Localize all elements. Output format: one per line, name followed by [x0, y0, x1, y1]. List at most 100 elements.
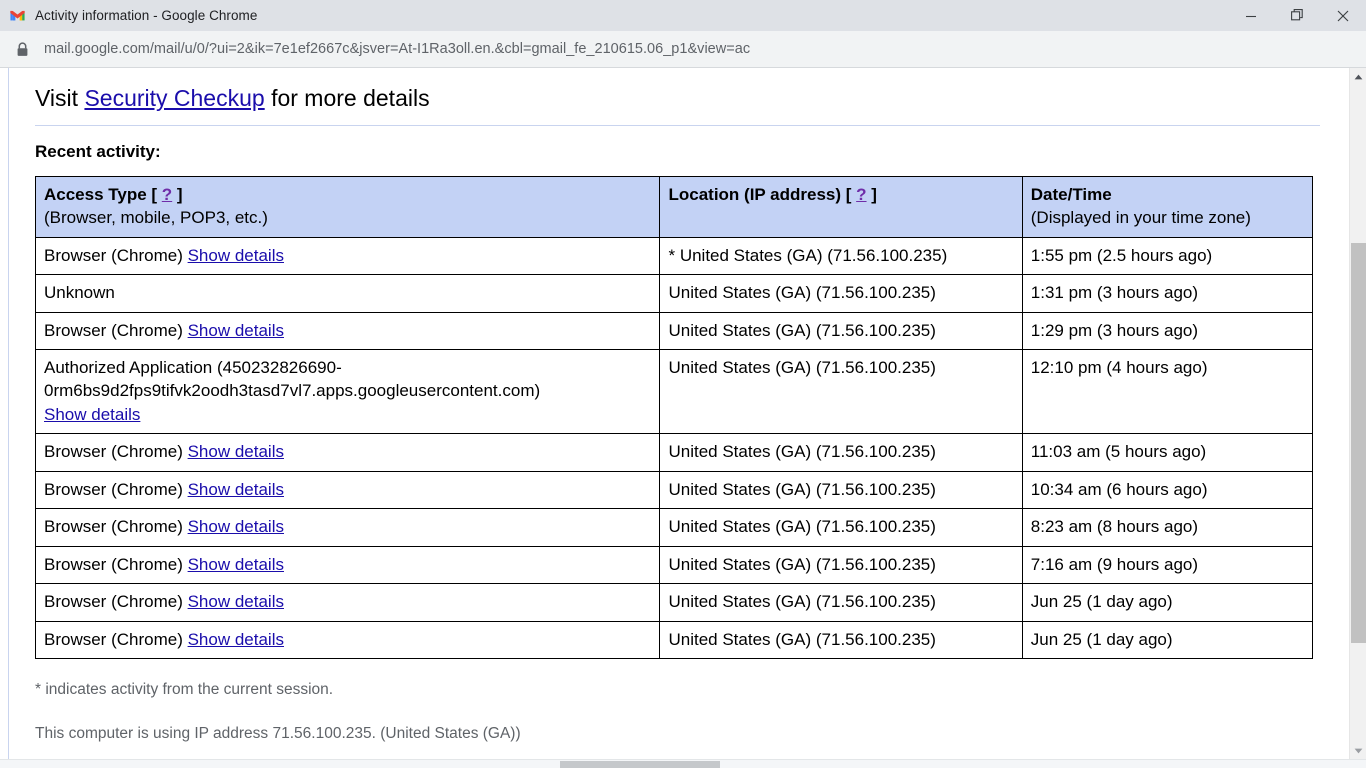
cell-access-type: Browser (Chrome) Show details [34, 583, 661, 622]
cell-datetime: 8:23 am (8 hours ago) [1021, 508, 1314, 547]
table-row: Browser (Chrome) Show details United Sta… [34, 545, 1314, 585]
authorized-app-id: 0rm6bs9d2fps9tifvk2oodh3tasd7vl7.apps.go… [44, 381, 541, 401]
column-header-datetime: Date/Time (Displayed in your time zone) [1021, 175, 1314, 238]
close-button[interactable] [1320, 0, 1366, 31]
location-title: Location (IP address) [ [668, 184, 857, 204]
cell-datetime: 12:10 pm (4 hours ago) [1021, 349, 1314, 435]
current-session-note: * indicates activity from the current se… [35, 681, 334, 699]
show-details-link[interactable]: Show details [188, 517, 284, 536]
recent-activity-heading: Recent activity: [35, 141, 161, 161]
show-details-link[interactable]: Show details [188, 442, 284, 461]
horizontal-scrollbar[interactable] [0, 759, 1366, 768]
scroll-up-arrow-icon[interactable] [1350, 68, 1366, 85]
cell-access-type: Browser (Chrome) Show details [34, 545, 661, 585]
window-controls [1228, 0, 1366, 31]
table-row: Browser (Chrome) Show details * United S… [34, 236, 1314, 276]
cell-datetime: Jun 25 (1 day ago) [1021, 620, 1314, 660]
cell-access-type: Browser (Chrome) Show details [34, 470, 661, 510]
cell-access-type: Browser (Chrome) Show details [34, 311, 661, 351]
cell-location: United States (GA) (71.56.100.235) [659, 349, 1023, 435]
access-type-subtitle: (Browser, mobile, POP3, etc.) [44, 208, 268, 228]
cell-location: * United States (GA) (71.56.100.235) [659, 236, 1023, 276]
cell-location: United States (GA) (71.56.100.235) [659, 620, 1023, 660]
viewport-left-edge [0, 68, 9, 759]
page-content: Visit Security Checkup for more details … [9, 68, 1349, 759]
scroll-down-arrow-icon[interactable] [1350, 742, 1366, 759]
cell-location: United States (GA) (71.56.100.235) [659, 311, 1023, 351]
cell-access-type: Browser (Chrome) Show details [34, 620, 661, 660]
security-checkup-link[interactable]: Security Checkup [84, 85, 264, 111]
access-type-text: Browser (Chrome) [44, 592, 183, 612]
access-type-text: Browser (Chrome) [44, 479, 183, 499]
table-header-row: Access Type [ ? ] (Browser, mobile, POP3… [34, 175, 1314, 238]
show-details-link[interactable]: Show details [44, 405, 140, 424]
table-row: Browser (Chrome) Show details United Sta… [34, 583, 1314, 622]
address-bar[interactable]: mail.google.com/mail/u/0/?ui=2&ik=7e1ef2… [0, 31, 1366, 68]
cell-access-type: Authorized Application (450232826690- 0rm… [34, 349, 661, 435]
access-type-title-end: ] [172, 184, 183, 204]
access-type-text: Authorized Application (450232826690- [44, 358, 342, 378]
access-type-text: Browser (Chrome) [44, 629, 183, 649]
cell-datetime: 1:31 pm (3 hours ago) [1021, 274, 1314, 313]
access-type-text: Browser (Chrome) [44, 320, 183, 340]
cell-location: United States (GA) (71.56.100.235) [659, 583, 1023, 622]
datetime-subtitle: (Displayed in your time zone) [1030, 208, 1251, 228]
window-title: Activity information - Google Chrome [35, 7, 258, 23]
show-details-link[interactable]: Show details [188, 321, 284, 340]
show-details-link[interactable]: Show details [188, 480, 284, 499]
show-details-link[interactable]: Show details [188, 246, 284, 265]
access-type-text: Unknown [44, 283, 115, 303]
page-viewport: Visit Security Checkup for more details … [0, 68, 1366, 759]
location-help-link[interactable]: ? [856, 185, 866, 204]
table-row: Browser (Chrome) Show details United Sta… [34, 433, 1314, 472]
visit-security-checkup-line: Visit Security Checkup for more details [35, 84, 1349, 125]
access-type-help-link[interactable]: ? [162, 185, 172, 204]
visit-suffix-text: for more details [264, 85, 430, 111]
table-row: Browser (Chrome) Show details United Sta… [34, 620, 1314, 660]
url-text[interactable]: mail.google.com/mail/u/0/?ui=2&ik=7e1ef2… [44, 42, 750, 57]
lock-icon[interactable] [16, 41, 30, 57]
show-details-link[interactable]: Show details [188, 592, 284, 611]
gmail-logo-icon [9, 7, 26, 24]
cell-datetime: 11:03 am (5 hours ago) [1021, 433, 1314, 472]
cell-datetime: 7:16 am (9 hours ago) [1021, 545, 1314, 585]
divider [35, 124, 1320, 126]
cell-datetime: 1:29 pm (3 hours ago) [1021, 311, 1314, 351]
horizontal-scrollbar-thumb[interactable] [560, 761, 720, 768]
column-header-access-type: Access Type [ ? ] (Browser, mobile, POP3… [34, 175, 661, 238]
access-type-text: Browser (Chrome) [44, 554, 183, 574]
titlebar: Activity information - Google Chrome [0, 0, 1366, 31]
location-title-end: ] [866, 184, 877, 204]
show-details-link[interactable]: Show details [188, 630, 284, 649]
cell-datetime: 1:55 pm (2.5 hours ago) [1021, 236, 1314, 276]
cell-access-type: Browser (Chrome) Show details [34, 433, 661, 472]
datetime-title: Date/Time [1030, 184, 1112, 204]
chrome-window: Activity information - Google Chrome mai… [0, 0, 1366, 768]
access-type-title: Access Type [ [44, 184, 162, 204]
cell-location: United States (GA) (71.56.100.235) [659, 545, 1023, 585]
vertical-scrollbar-thumb[interactable] [1351, 243, 1366, 643]
cell-access-type: Browser (Chrome) Show details [34, 508, 661, 547]
table-row: Browser (Chrome) Show details United Sta… [34, 470, 1314, 510]
table-row: Browser (Chrome) Show details United Sta… [34, 311, 1314, 351]
cell-location: United States (GA) (71.56.100.235) [659, 508, 1023, 547]
show-details-link[interactable]: Show details [188, 555, 284, 574]
vertical-scrollbar[interactable] [1349, 68, 1366, 759]
cell-location: United States (GA) (71.56.100.235) [659, 274, 1023, 313]
recent-activity-table: Access Type [ ? ] (Browser, mobile, POP3… [34, 175, 1314, 660]
cell-location: United States (GA) (71.56.100.235) [659, 433, 1023, 472]
access-type-text: Browser (Chrome) [44, 245, 183, 265]
cell-location: United States (GA) (71.56.100.235) [659, 470, 1023, 510]
table-row: Authorized Application (450232826690- 0rm… [34, 349, 1314, 435]
cell-datetime: 10:34 am (6 hours ago) [1021, 470, 1314, 510]
cell-access-type: Unknown [34, 274, 661, 313]
cell-access-type: Browser (Chrome) Show details [34, 236, 661, 276]
table-row: Browser (Chrome) Show details United Sta… [34, 508, 1314, 547]
restore-button[interactable] [1274, 0, 1320, 31]
access-type-text: Browser (Chrome) [44, 442, 183, 462]
visit-prefix-text: Visit [35, 85, 85, 111]
table-body: Browser (Chrome) Show details * United S… [34, 236, 1314, 660]
cell-datetime: Jun 25 (1 day ago) [1021, 583, 1314, 622]
access-type-text: Browser (Chrome) [44, 517, 183, 537]
minimize-button[interactable] [1228, 0, 1274, 31]
